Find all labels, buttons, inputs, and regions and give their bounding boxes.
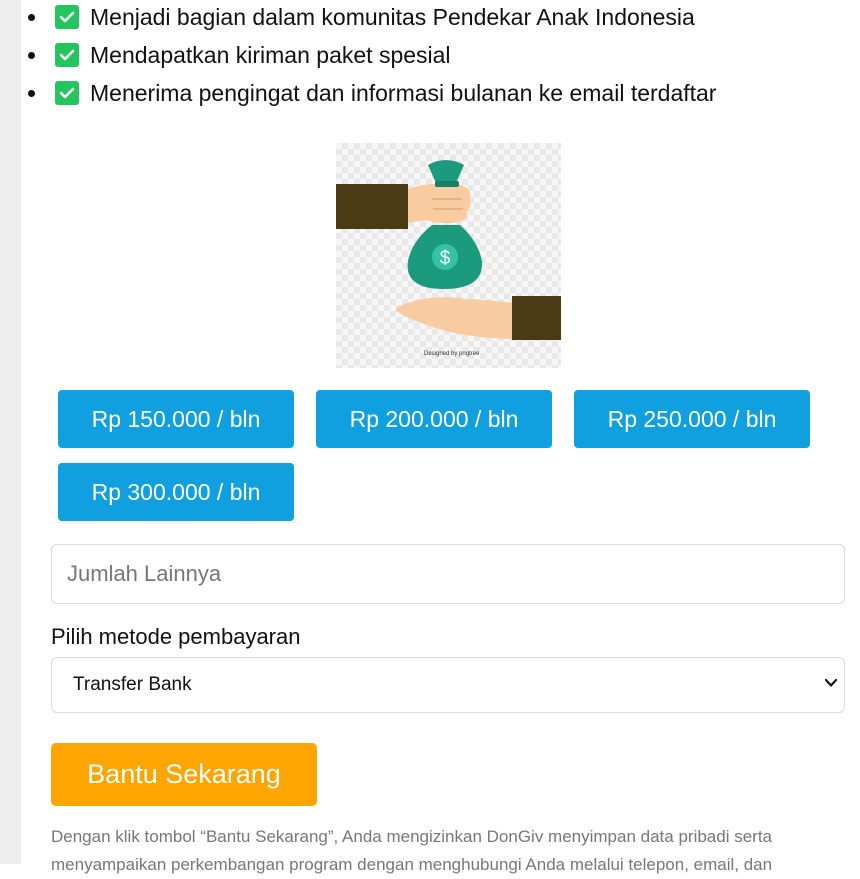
consent-disclaimer: Dengan klik tombol “Bantu Sekarang”, And… — [51, 827, 773, 874]
amount-option-300000[interactable]: Rp 300.000 / bln — [58, 463, 294, 521]
benefit-text: Menjadi bagian dalam komunitas Pendekar … — [90, 4, 695, 30]
payment-method-select[interactable]: Transfer Bank — [51, 657, 845, 713]
payment-method-label: Pilih metode pembayaran — [51, 624, 301, 649]
checkbox-checked-icon — [55, 43, 79, 67]
svg-text:$: $ — [440, 248, 451, 269]
custom-amount-input[interactable] — [51, 544, 845, 604]
amount-option-250000[interactable]: Rp 250.000 / bln — [574, 390, 810, 448]
benefit-text: Mendapatkan kiriman paket spesial — [90, 42, 451, 68]
benefit-text: Menerima pengingat dan informasi bulanan… — [90, 80, 717, 106]
chevron-down-icon — [824, 678, 838, 687]
bullet-icon — [28, 90, 35, 97]
money-handover-illustration: $ Designed by pngtree — [336, 143, 561, 368]
page-left-edge — [0, 0, 21, 864]
bullet-icon — [28, 52, 35, 59]
image-credit: Designed by pngtree — [424, 351, 480, 357]
bullet-icon — [28, 14, 35, 21]
amount-option-150000[interactable]: Rp 150.000 / bln — [58, 390, 294, 448]
checkbox-checked-icon — [55, 5, 79, 29]
donate-now-button[interactable]: Bantu Sekarang — [51, 743, 317, 806]
payment-method-value: Transfer Bank — [73, 674, 192, 695]
amount-option-200000[interactable]: Rp 200.000 / bln — [316, 390, 552, 448]
checkbox-checked-icon — [55, 81, 79, 105]
